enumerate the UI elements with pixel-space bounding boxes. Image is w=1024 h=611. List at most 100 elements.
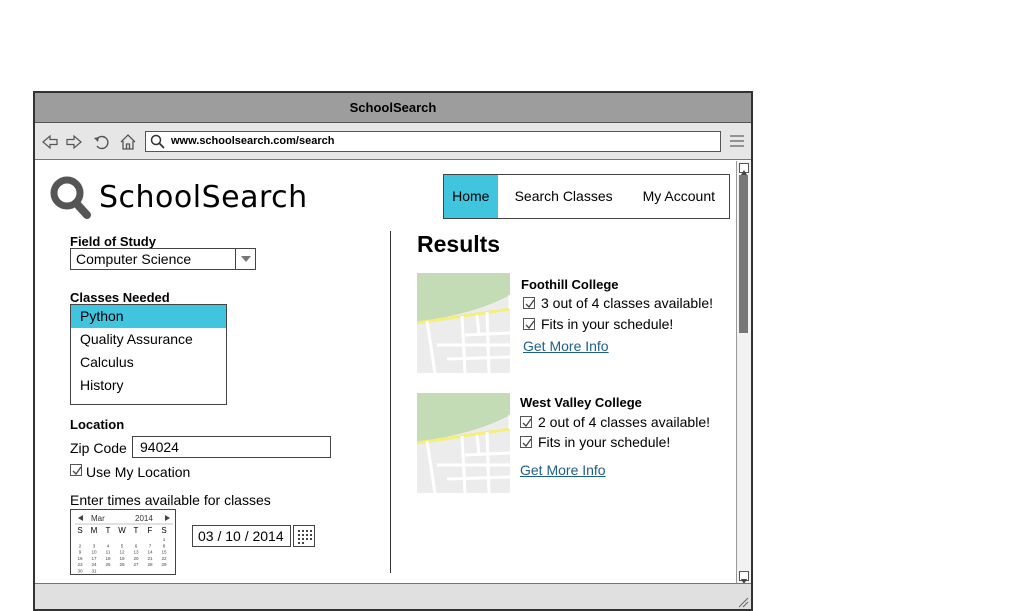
reload-icon[interactable]	[93, 133, 111, 151]
calendar-day: 4	[107, 543, 110, 548]
result-schedule-text: Fits in your schedule!	[538, 434, 671, 450]
calendar-weekday: F	[148, 526, 153, 535]
calendar-widget[interactable]: Mar 2014 S M T W T F S 1 2 3 4 5 6 7 8 9 10 11 12 13 14 15 16 1…	[70, 509, 176, 575]
column-divider	[390, 231, 391, 573]
result-availability: 3 out of 4 classes available!	[523, 295, 713, 311]
address-bar[interactable]: www.schoolsearch.com/search	[145, 131, 721, 152]
calendar-day: 23	[77, 562, 83, 567]
calendar-month: Mar	[91, 514, 105, 523]
scroll-down-icon[interactable]	[739, 571, 749, 584]
calendar-day: 24	[91, 562, 97, 567]
calendar-day: 6	[135, 543, 138, 548]
map-thumbnail	[416, 393, 512, 494]
calendar-day: 10	[91, 550, 97, 555]
use-location-checkbox[interactable]	[70, 464, 82, 476]
address-bar-url: www.schoolsearch.com/search	[171, 135, 335, 147]
calendar-picker-icon[interactable]	[293, 525, 315, 547]
calendar-day: 27	[133, 562, 139, 567]
magnifier-logo-icon	[50, 176, 91, 219]
result-availability: 2 out of 4 classes available!	[520, 414, 710, 430]
location-label: Location	[70, 417, 125, 432]
zip-code-label: Zip Code	[70, 440, 127, 456]
vertical-scrollbar[interactable]	[736, 161, 751, 584]
hamburger-menu-icon[interactable]	[729, 134, 745, 148]
calendar-day: 28	[147, 562, 153, 567]
checkbox-checked-icon	[523, 297, 535, 309]
calendar-day: 19	[119, 556, 125, 561]
list-item[interactable]: History	[71, 374, 226, 397]
result-school-name: Foothill College	[521, 277, 619, 292]
home-icon[interactable]	[119, 133, 137, 151]
result-availability-text: 2 out of 4 classes available!	[538, 414, 710, 430]
status-bar	[35, 583, 751, 609]
calendar-weekday: S	[77, 526, 82, 535]
field-of-study-value: Computer Science	[76, 251, 192, 267]
times-available-label: Enter times available for classes	[70, 492, 271, 508]
calendar-day: 18	[105, 556, 111, 561]
back-arrow-icon[interactable]	[41, 133, 59, 151]
calendar-day: 22	[161, 556, 167, 561]
search-icon	[150, 134, 165, 156]
calendar-year: 2014	[135, 514, 153, 523]
browser-window: SchoolSearch www.schoolsearch.com/search	[33, 91, 753, 611]
resize-grip-icon[interactable]	[737, 595, 749, 608]
window-title: SchoolSearch	[35, 93, 751, 123]
chevron-down-icon[interactable]	[235, 249, 255, 269]
scrollbar-thumb[interactable]	[739, 175, 748, 333]
use-location-label: Use My Location	[86, 464, 191, 480]
result-schedule-text: Fits in your schedule!	[541, 316, 674, 332]
zip-code-input[interactable]: 94024	[132, 436, 331, 458]
calendar-day: 14	[147, 550, 153, 555]
calendar-day: 17	[91, 556, 97, 561]
checkmark-icon	[72, 466, 82, 476]
scroll-up-icon[interactable]	[739, 163, 749, 175]
calendar-weekday: S	[161, 526, 166, 535]
calendar-day: 8	[163, 543, 166, 548]
classes-needed-label: Classes Needed	[70, 290, 170, 305]
result-schedule: Fits in your schedule!	[523, 316, 673, 332]
next-month-icon	[165, 515, 170, 521]
field-of-study-label: Field of Study	[70, 234, 156, 249]
result-availability-text: 3 out of 4 classes available!	[541, 295, 713, 311]
calendar-day: 31	[91, 569, 97, 574]
calendar-day: 21	[147, 556, 153, 561]
site-logo[interactable]: SchoolSearch	[49, 175, 307, 219]
calendar-day: 13	[133, 550, 139, 555]
nav-search-classes[interactable]: Search Classes	[498, 175, 629, 218]
calendar-day: 26	[119, 562, 125, 567]
forward-arrow-icon[interactable]	[65, 133, 83, 151]
calendar-weekday: W	[118, 526, 126, 535]
classes-listbox[interactable]: Python Quality Assurance Calculus Histor…	[70, 304, 227, 405]
browser-toolbar: www.schoolsearch.com/search	[35, 123, 751, 160]
list-item[interactable]: Calculus	[71, 351, 226, 374]
map-thumbnail	[416, 273, 512, 374]
calendar-day: 25	[105, 562, 111, 567]
calendar-day: 5	[121, 543, 124, 548]
calendar-day: 9	[79, 550, 82, 555]
prev-month-icon	[78, 515, 83, 521]
calendar-weekday: M	[91, 526, 98, 535]
main-nav: Home Search Classes My Account	[443, 174, 730, 219]
calendar-day: 20	[133, 556, 139, 561]
logo-text: SchoolSearch	[99, 180, 308, 215]
calendar-weekday: T	[134, 526, 139, 535]
date-input[interactable]: 03 / 10 / 2014	[192, 525, 291, 547]
page-content: SchoolSearch Home Search Classes My Acco…	[35, 161, 735, 583]
calendar-day: 30	[77, 569, 83, 574]
result-school-name: West Valley College	[520, 395, 642, 410]
calendar-day: 16	[77, 556, 83, 561]
nav-home[interactable]: Home	[444, 175, 498, 218]
field-of-study-select[interactable]: Computer Science	[70, 248, 256, 270]
get-more-info-link[interactable]: Get More Info	[520, 462, 606, 478]
get-more-info-link[interactable]: Get More Info	[523, 338, 609, 354]
list-item[interactable]: Quality Assurance	[71, 328, 226, 351]
list-item[interactable]: Python	[71, 305, 226, 328]
nav-my-account[interactable]: My Account	[629, 175, 729, 218]
checkbox-checked-icon	[520, 436, 532, 448]
checkbox-checked-icon	[523, 318, 535, 330]
calendar-day: 3	[93, 543, 96, 548]
calendar-day: 15	[161, 550, 167, 555]
results-heading: Results	[417, 231, 501, 257]
calendar-weekday: T	[106, 526, 111, 535]
calendar-day: 7	[149, 543, 152, 548]
